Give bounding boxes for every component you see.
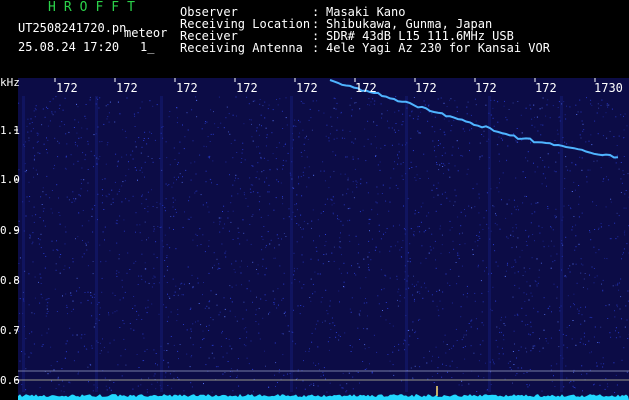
noise-band bbox=[488, 96, 491, 392]
noise-band bbox=[405, 96, 408, 392]
x-tick: 172 bbox=[116, 81, 138, 95]
noise-band bbox=[560, 96, 563, 392]
x-tick: 172 bbox=[355, 81, 377, 95]
y-tick: 0.8 bbox=[0, 274, 20, 287]
x-tick: 172 bbox=[236, 81, 258, 95]
noise-band bbox=[160, 96, 163, 392]
y-unit-label: kHz bbox=[0, 76, 20, 89]
x-tick: 172 bbox=[475, 81, 497, 95]
x-tick: 172 bbox=[296, 81, 318, 95]
x-tick: 1730 bbox=[594, 81, 623, 95]
noise-band bbox=[95, 96, 98, 392]
y-tick: 0.9 bbox=[0, 224, 20, 237]
y-tick: 0.6 bbox=[0, 374, 20, 387]
noise-band bbox=[290, 96, 293, 392]
y-tick: 1.1 bbox=[0, 124, 20, 137]
x-tick: 172 bbox=[535, 81, 557, 95]
spectrogram-overlay bbox=[14, 78, 629, 400]
x-tick: 172 bbox=[415, 81, 437, 95]
y-tick: 1.0 bbox=[0, 173, 20, 186]
x-tick: 172 bbox=[56, 81, 78, 95]
x-tick: 172 bbox=[176, 81, 198, 95]
noise-speckles bbox=[18, 96, 629, 393]
y-tick: 0.7 bbox=[0, 324, 20, 337]
amplitude-baseline bbox=[18, 394, 629, 400]
noise-band bbox=[22, 96, 25, 392]
